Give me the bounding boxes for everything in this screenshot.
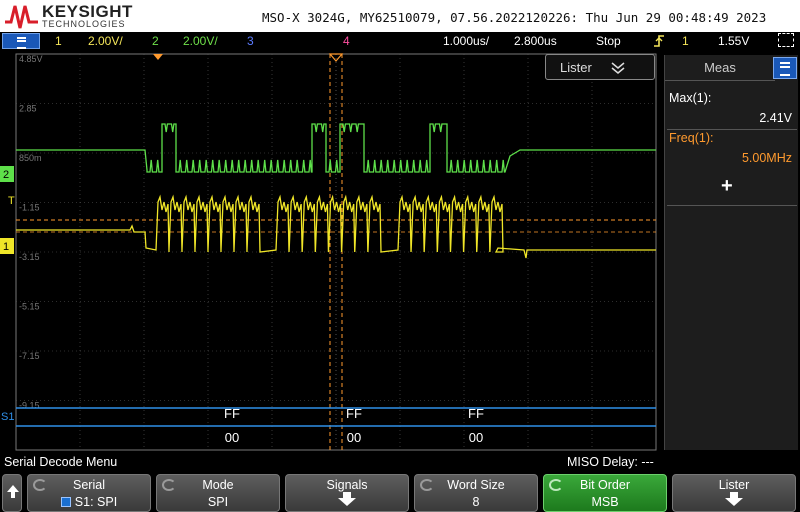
menu-icon[interactable] bbox=[2, 33, 40, 49]
softkey-label: Word Size bbox=[447, 478, 505, 492]
down-arrow-icon bbox=[338, 492, 356, 506]
ch4-number[interactable]: 4 bbox=[343, 34, 350, 48]
meas-max-label[interactable]: Max(1): bbox=[669, 91, 711, 105]
measurement-panel: Meas Max(1): 2.41V Freq(1): 5.00MHz + bbox=[660, 52, 800, 452]
meas-divider bbox=[667, 129, 797, 130]
decode-miso-value: 00 bbox=[347, 430, 361, 445]
grid-voltage-label: -5.15 bbox=[19, 302, 40, 312]
keysight-logo: KEYSIGHT TECHNOLOGIES bbox=[4, 2, 134, 30]
grid-voltage-label: 850m bbox=[19, 153, 42, 163]
softkey-row: Serial S1: SPI Mode SPI Signals Word Siz… bbox=[0, 472, 800, 512]
menu-title: Serial Decode Menu bbox=[4, 455, 118, 469]
run-state[interactable]: Stop bbox=[596, 34, 621, 48]
decode-miso-value: 00 bbox=[225, 430, 239, 445]
meas-max-value: 2.41V bbox=[759, 111, 792, 125]
meas-tab[interactable]: Meas bbox=[665, 55, 775, 81]
meas-divider bbox=[667, 205, 797, 206]
trigger-level[interactable]: 1.55V bbox=[718, 34, 749, 48]
decode-mosi-value: FF bbox=[468, 406, 484, 421]
decode-miso-value: 00 bbox=[469, 430, 483, 445]
softkey-value: MSB bbox=[591, 495, 619, 509]
serial-bus-marker[interactable]: S1 bbox=[1, 411, 14, 423]
meas-panel-box: Meas Max(1): 2.41V Freq(1): 5.00MHz + bbox=[664, 55, 798, 450]
softkey-value: S1: SPI bbox=[28, 495, 150, 509]
ch1-number[interactable]: 1 bbox=[55, 34, 62, 48]
trigger-source[interactable]: 1 bbox=[682, 34, 689, 48]
trigger-edge-icon[interactable] bbox=[652, 34, 666, 48]
softkey-value: 8 bbox=[472, 495, 480, 509]
down-arrow-icon bbox=[725, 492, 743, 506]
softkey-label: Bit Order bbox=[579, 478, 630, 492]
trigger-level-marker[interactable]: T bbox=[8, 195, 15, 207]
softkey-label: Signals bbox=[326, 478, 368, 492]
ch2-number[interactable]: 2 bbox=[152, 34, 159, 48]
softkey-label: Mode bbox=[202, 478, 234, 492]
brand-subtitle: TECHNOLOGIES bbox=[42, 19, 126, 29]
softkey-value: SPI bbox=[207, 495, 229, 509]
grid-voltage-label: 2.85 bbox=[19, 104, 37, 114]
collapse-chevron-icon bbox=[611, 62, 625, 74]
ch1-marker-label: 1 bbox=[3, 241, 9, 253]
lister-popup-button[interactable]: Lister bbox=[545, 54, 655, 80]
softkey-label: Serial bbox=[73, 478, 105, 492]
panel-menu-icon[interactable] bbox=[773, 57, 797, 79]
ch3-number[interactable]: 3 bbox=[247, 34, 254, 48]
grid-voltage-label: -3.15 bbox=[19, 252, 40, 262]
meas-freq-label[interactable]: Freq(1): bbox=[669, 131, 713, 145]
horizontal-delay[interactable]: 2.800us bbox=[514, 34, 557, 48]
grid-voltage-label: -1.15 bbox=[19, 203, 40, 213]
grid-voltage-label: -7.15 bbox=[19, 351, 40, 361]
decode-mosi-value: FF bbox=[346, 406, 362, 421]
submenu-arrow bbox=[286, 492, 408, 509]
softkey-menu-bar: Serial Decode Menu MISO Delay: --- bbox=[0, 452, 800, 472]
waveform-display[interactable]: 4.85V 2.85 850m -1.15 -3.15 -5.15 -7.15 -9.15 2… bbox=[0, 52, 660, 452]
softkey-label: Lister bbox=[718, 478, 750, 492]
lister-label: Lister bbox=[560, 60, 592, 75]
title-bar: KEYSIGHT TECHNOLOGIES MSO-X 3024G, MY625… bbox=[0, 0, 800, 32]
keysight-wave-icon bbox=[5, 5, 38, 29]
ch2-scale[interactable]: 2.00V/ bbox=[183, 34, 218, 48]
word-size-softkey[interactable]: Word Size 8 bbox=[414, 474, 538, 512]
status-bar: 1 2.00V/ 2 2.00V/ 3 4 1.000us/ 2.800us S… bbox=[0, 32, 800, 50]
miso-delay-status: MISO Delay: --- bbox=[567, 455, 654, 469]
signals-softkey[interactable]: Signals bbox=[285, 474, 409, 512]
mode-softkey[interactable]: Mode SPI bbox=[156, 474, 280, 512]
ch1-scale[interactable]: 2.00V/ bbox=[88, 34, 123, 48]
submenu-arrow bbox=[673, 492, 795, 509]
bit-order-softkey[interactable]: Bit Order MSB bbox=[543, 474, 667, 512]
grid-voltage-label: -9.15 bbox=[19, 401, 40, 411]
meas-freq-value: 5.00MHz bbox=[741, 151, 792, 165]
decode-mosi-value: FF bbox=[224, 406, 240, 421]
timebase[interactable]: 1.000us/ bbox=[443, 34, 489, 48]
cursor-icon[interactable] bbox=[778, 33, 794, 47]
selected-checkbox-icon bbox=[60, 497, 71, 507]
back-up-icon[interactable] bbox=[2, 474, 22, 512]
serial-softkey[interactable]: Serial S1: SPI bbox=[27, 474, 151, 512]
lister-softkey[interactable]: Lister bbox=[672, 474, 796, 512]
instrument-title: MSO-X 3024G, MY62510079, 07.56.202212022… bbox=[262, 10, 767, 25]
ch2-marker-label: 2 bbox=[3, 169, 9, 181]
add-measurement-icon[interactable]: + bbox=[721, 175, 733, 198]
grid-voltage-label: 4.85V bbox=[19, 54, 43, 64]
